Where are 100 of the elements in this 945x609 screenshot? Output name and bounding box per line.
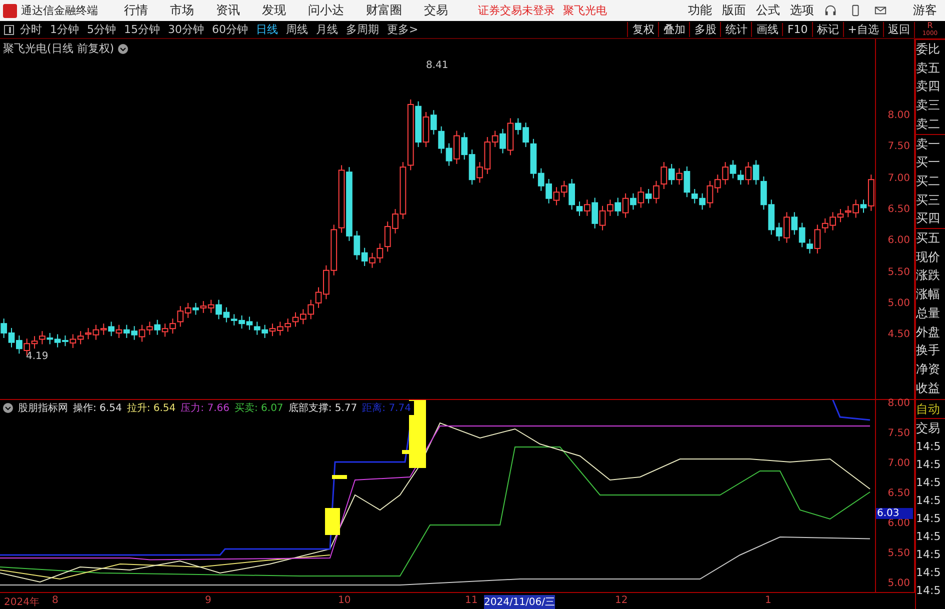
indicator-value: 底部支撑: 5.77 [288,402,358,415]
price-tick: 7.00 [888,172,910,184]
quote-label: 卖三 [916,97,941,114]
price-tick: 6.00 [888,235,910,246]
period-tab[interactable]: 30分钟 [168,22,204,37]
dropdown-icon[interactable] [118,44,128,54]
price-tick: 5.00 [888,298,910,309]
trade-time: 14:5 [916,582,942,599]
quote-label: 净资 [916,360,941,378]
guest-user[interactable]: 游客 [913,2,937,19]
toolbar-button[interactable]: 标记 [812,22,843,37]
period-tab[interactable]: 分时 [20,22,42,37]
low-price-label: 4.19 [26,351,48,362]
quote-label: 卖二 [916,116,941,133]
auto-label[interactable]: 自动 [916,400,945,419]
indicator-tick: 5.50 [888,548,910,559]
chart-title: 聚飞光电(日线 前复权) [3,41,114,56]
quote-label: 买一 [916,154,941,172]
date-label: 1 [765,595,772,606]
period-tab[interactable]: 月线 [316,22,338,37]
quote-label: 换手 [916,342,941,360]
trade-time: 14:5 [916,492,942,509]
price-tick: 6.50 [888,204,910,215]
trade-time: 14:5 [916,456,942,473]
period-tab[interactable]: 5分钟 [87,22,116,37]
toolbar-button[interactable]: F10 [782,23,812,36]
quote-label: 委比 [916,39,945,59]
date-label: 2024/11/06/三 [484,595,556,609]
menu-item[interactable]: 财富圈 [366,2,402,19]
indicator-value: 距离: 7.74 [362,402,411,415]
headset-icon[interactable] [824,4,837,17]
indicator-value: 操作: 6.54 [73,402,122,415]
period-tab[interactable]: 多周期 [346,22,379,37]
period-tab[interactable]: 日线 [256,22,278,37]
current-value-tag: 6.03 [876,508,913,520]
indicator-name: 股朋指标网 [18,402,68,415]
menu-item[interactable]: 行情 [124,2,148,19]
app-title: 通达信金融终端 [21,3,98,18]
indicator-tick: 6.00 [888,518,910,529]
corner-label: R [927,22,933,30]
dropdown-icon[interactable] [3,403,13,413]
period-tab[interactable]: 60分钟 [212,22,248,37]
quote-label: 外盘 [916,324,941,341]
period-tab[interactable]: 1分钟 [50,22,79,37]
date-label: 11 [465,595,478,606]
quote-label: 卖一 [916,134,945,154]
toolbar-button[interactable]: 复权 [627,22,658,37]
login-status[interactable]: 证券交易未登录 [478,3,555,18]
menu-item[interactable]: 发现 [262,2,286,19]
quote-label: 涨幅 [916,286,941,304]
toolbar-button[interactable]: 统计 [720,22,752,37]
quote-label: 买五 [916,228,945,248]
indicator-value: 拉升: 6.54 [126,402,176,415]
menu-item[interactable]: 资讯 [216,2,240,19]
toolbar-button[interactable]: +自选 [842,22,883,37]
menu-item[interactable]: 功能 [688,2,712,19]
indicator-tick: 5.00 [888,578,910,589]
period-tab[interactable]: 周线 [286,22,308,37]
indicator-value: 买卖: 6.07 [234,402,284,415]
quote-label: 现价 [916,248,941,266]
trade-time: 14:5 [916,546,942,563]
period-tab[interactable]: 更多> [387,22,418,37]
indicator-value: 压力: 7.66 [180,402,230,415]
app-logo-icon [3,4,17,18]
date-label: 10 [338,595,351,606]
quote-label: 卖四 [916,78,941,96]
menu-item[interactable]: 交易 [424,2,448,19]
quote-label: 买二 [916,172,941,190]
quote-label: 总量 [916,304,941,322]
toolbar-button[interactable]: 叠加 [658,22,690,37]
price-tick: 5.50 [888,266,910,278]
quote-label: 卖五 [916,60,941,77]
period-tab[interactable]: 15分钟 [124,22,160,37]
toolbar-button[interactable]: 返回 [883,22,914,37]
date-label: 8 [52,595,58,606]
trade-time: 14:5 [916,438,942,455]
indicator-tick: 6.50 [888,488,910,499]
quote-label: 买三 [916,192,941,209]
date-label: 9 [205,595,212,606]
price-tick: 4.50 [888,329,910,340]
menu-item[interactable]: 公式 [756,2,780,19]
indicator-tick: 7.50 [888,428,910,439]
date-label: 12 [615,595,628,606]
mail-icon[interactable] [874,4,887,17]
panel-toggle-icon[interactable] [4,24,14,34]
indicator-tick: 8.00 [888,398,910,409]
toolbar-button[interactable]: 多股 [689,22,720,37]
trade-label: 交易 [916,420,941,437]
quote-label: 收益 [916,380,941,397]
stock-link[interactable]: 聚飞光电 [563,3,607,18]
price-tick: 8.00 [888,110,910,121]
menu-item[interactable]: 选项 [790,2,814,19]
trade-time: 14:5 [916,528,942,545]
trade-time: 14:5 [916,474,942,491]
quote-label: 涨跌 [916,267,941,284]
menu-item[interactable]: 版面 [722,2,746,19]
menu-item[interactable]: 市场 [170,2,194,19]
quote-label: 买四 [916,210,941,228]
toolbar-button[interactable]: 画线 [751,22,782,37]
menu-item[interactable]: 问小达 [308,2,344,19]
